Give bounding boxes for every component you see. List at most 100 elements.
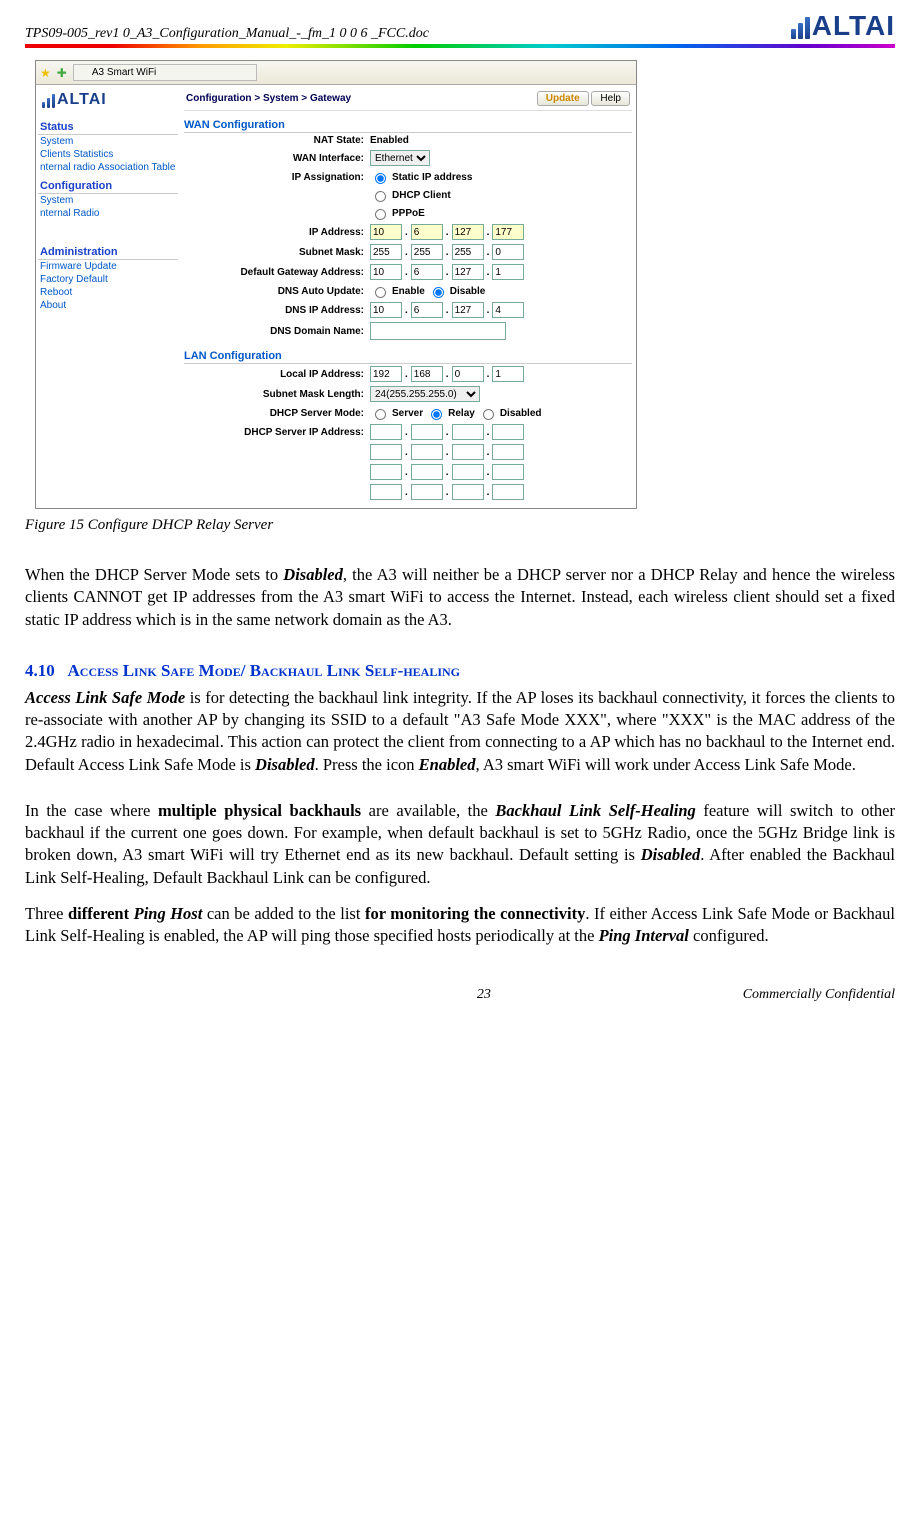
main-panel: Configuration > System > Gateway Update … (180, 85, 636, 508)
radio-pppoe[interactable] (375, 209, 386, 220)
ip-addr-oct3[interactable] (452, 224, 484, 240)
sidebar-item-clients-stats[interactable]: Clients Statistics (38, 148, 178, 161)
gateway-label: Default Gateway Address: (184, 267, 370, 278)
sidebar-group-config: Configuration (38, 174, 178, 194)
paragraph-3: In the case where multiple physical back… (25, 800, 895, 889)
paragraph-2: Access Link Safe Mode is for detecting t… (25, 687, 895, 776)
subnet-oct4[interactable] (492, 244, 524, 260)
local-ip-oct2[interactable] (411, 366, 443, 382)
dns-domain-label: DNS Domain Name: (184, 326, 370, 337)
sidebar-item-about[interactable]: About (38, 299, 178, 312)
dhcp-srv1-oct3[interactable] (452, 424, 484, 440)
figure-caption: Figure 15 Configure DHCP Relay Server (25, 517, 895, 534)
browser-titlebar: ★ ✚ A3 Smart WiFi (36, 61, 636, 85)
document-path: TPS09-005_rev1 0_A3_Configuration_Manual… (25, 26, 429, 42)
dhcp-srv2-oct2[interactable] (411, 444, 443, 460)
radio-dns-enable[interactable] (375, 287, 386, 298)
rainbow-divider (25, 44, 895, 48)
dhcp-srv2-oct4[interactable] (492, 444, 524, 460)
page-footer: 23 Commercially Confidential (25, 987, 895, 1003)
paragraph-4: Three different Ping Host can be added t… (25, 903, 895, 948)
update-button[interactable]: Update (537, 91, 589, 106)
ip-assignation-label: IP Assignation: (184, 172, 370, 183)
dhcp-mode-label: DHCP Server Mode: (184, 408, 370, 419)
radio-dhcp-relay[interactable] (431, 409, 442, 420)
radio-dhcp-disabled[interactable] (483, 409, 494, 420)
dhcp-srv4-oct4[interactable] (492, 484, 524, 500)
body-text: When the DHCP Server Mode sets to Disabl… (25, 564, 895, 947)
nat-state-value: Enabled (370, 135, 409, 146)
gw-oct2[interactable] (411, 264, 443, 280)
dns-oct1[interactable] (370, 302, 402, 318)
sidebar-logo: ALTAI (38, 89, 178, 115)
dns-ip-label: DNS IP Address: (184, 305, 370, 316)
sidebar-group-admin: Administration (38, 240, 178, 260)
dhcp-srv1-oct1[interactable] (370, 424, 402, 440)
dns-domain-input[interactable] (370, 322, 506, 340)
dhcp-srv3-oct1[interactable] (370, 464, 402, 480)
paragraph-1: When the DHCP Server Mode sets to Disabl… (25, 564, 895, 631)
page-header: TPS09-005_rev1 0_A3_Configuration_Manual… (25, 10, 895, 42)
logo-text: ALTAI (812, 10, 895, 42)
dhcp-srv3-oct4[interactable] (492, 464, 524, 480)
subnet-oct3[interactable] (452, 244, 484, 260)
dns-oct2[interactable] (411, 302, 443, 318)
subnet-oct1[interactable] (370, 244, 402, 260)
sidebar-item-factory-default[interactable]: Factory Default (38, 273, 178, 286)
help-button[interactable]: Help (591, 91, 630, 106)
sidebar-item-reboot[interactable]: Reboot (38, 286, 178, 299)
radio-static-ip[interactable] (375, 173, 386, 184)
local-ip-oct4[interactable] (492, 366, 524, 382)
local-ip-oct3[interactable] (452, 366, 484, 382)
wan-section-header: WAN Configuration (184, 115, 632, 133)
dns-oct3[interactable] (452, 302, 484, 318)
wan-interface-select[interactable]: Ethernet (370, 150, 430, 166)
confidentiality-notice: Commercially Confidential (743, 987, 895, 1003)
dhcp-srv2-oct1[interactable] (370, 444, 402, 460)
gw-oct1[interactable] (370, 264, 402, 280)
subnet-label: Subnet Mask: (184, 247, 370, 258)
sidebar-item-firmware[interactable]: Firmware Update (38, 260, 178, 273)
embedded-screenshot: ★ ✚ A3 Smart WiFi ALTAI Status System Cl… (35, 60, 637, 509)
dhcp-srv4-oct1[interactable] (370, 484, 402, 500)
sidebar-item-system[interactable]: System (38, 135, 178, 148)
ip-addr-oct1[interactable] (370, 224, 402, 240)
dhcp-srv1-oct4[interactable] (492, 424, 524, 440)
radio-dhcp-client[interactable] (375, 191, 386, 202)
dhcp-srv3-oct3[interactable] (452, 464, 484, 480)
page-number: 23 (225, 987, 743, 1003)
ip-address-label: IP Address: (184, 227, 370, 238)
local-ip-label: Local IP Address: (184, 369, 370, 380)
dns-auto-label: DNS Auto Update: (184, 286, 370, 297)
dhcp-srv1-oct2[interactable] (411, 424, 443, 440)
tab-title: A3 Smart WiFi (92, 67, 156, 78)
favorite-star-icon[interactable]: ★ (40, 66, 51, 80)
section-heading: 4.10 Access Link Safe Mode/ Backhaul Lin… (25, 661, 895, 681)
dhcp-srv4-oct2[interactable] (411, 484, 443, 500)
gw-oct3[interactable] (452, 264, 484, 280)
lan-section-header: LAN Configuration (184, 346, 632, 364)
ip-addr-oct4[interactable] (492, 224, 524, 240)
dhcp-srv3-oct2[interactable] (411, 464, 443, 480)
gw-oct4[interactable] (492, 264, 524, 280)
mask-len-label: Subnet Mask Length: (184, 389, 370, 400)
sidebar-item-assoc-table[interactable]: nternal radio Association Table (38, 161, 178, 174)
radio-dhcp-server[interactable] (375, 409, 386, 420)
radio-dns-disable[interactable] (433, 287, 444, 298)
sidebar-item-internal-radio[interactable]: nternal Radio (38, 207, 178, 220)
dns-oct4[interactable] (492, 302, 524, 318)
dhcp-srv4-oct3[interactable] (452, 484, 484, 500)
local-ip-oct1[interactable] (370, 366, 402, 382)
dhcp-srv2-oct3[interactable] (452, 444, 484, 460)
nat-state-label: NAT State: (184, 135, 370, 146)
mask-len-select[interactable]: 24(255.255.255.0) (370, 386, 480, 402)
browser-tab[interactable]: A3 Smart WiFi (73, 64, 257, 81)
subnet-oct2[interactable] (411, 244, 443, 260)
altai-logo: ALTAI (791, 10, 895, 42)
sidebar-item-config-system[interactable]: System (38, 194, 178, 207)
ip-addr-oct2[interactable] (411, 224, 443, 240)
add-favorite-icon[interactable]: ✚ (57, 66, 67, 80)
dhcp-server-ip-label: DHCP Server IP Address: (184, 427, 370, 438)
sidebar: ALTAI Status System Clients Statistics n… (36, 85, 180, 508)
sidebar-group-status: Status (38, 115, 178, 135)
